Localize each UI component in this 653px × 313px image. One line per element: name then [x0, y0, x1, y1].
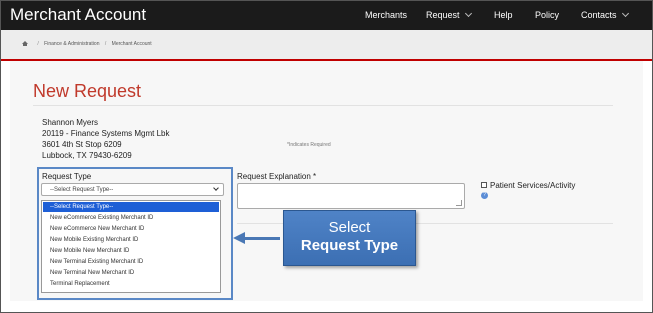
callout-line-2: Request Type — [300, 237, 399, 254]
breadcrumb: / Finance & Administration / Merchant Ac… — [22, 41, 152, 47]
request-explanation-input[interactable] — [237, 183, 465, 209]
nav-contacts[interactable]: Contacts — [581, 9, 629, 20]
resize-grip-icon[interactable] — [456, 200, 462, 206]
nav-policy[interactable]: Policy — [535, 10, 559, 20]
breadcrumb-separator: / — [37, 41, 39, 47]
required-note: *Indicates Required — [287, 142, 331, 148]
chevron-down-icon — [464, 9, 472, 18]
page-title: New Request — [33, 81, 142, 101]
requester-name: Shannon Myers — [42, 118, 99, 127]
top-navbar: Merchant Account Merchants Request Help … — [1, 1, 652, 30]
arrow-shaft — [244, 237, 280, 240]
patient-services-label: Patient Services/Activity — [490, 181, 576, 190]
request-type-highlight — [37, 167, 233, 300]
home-icon[interactable] — [22, 41, 28, 47]
requester-department: 20119 - Finance Systems Mgmt Lbk — [42, 129, 170, 138]
nav-policy-label: Policy — [535, 10, 560, 20]
nav-request-label: Request — [426, 10, 460, 20]
breadcrumb-merchant-account[interactable]: Merchant Account — [112, 41, 152, 47]
nav-help-label: Help — [494, 10, 513, 20]
instruction-callout: Select Request Type — [283, 210, 416, 266]
requester-city: Lubbock, TX 79430-6209 — [42, 151, 132, 160]
help-icon[interactable]: ? — [481, 192, 488, 199]
callout-line-1: Select — [328, 219, 371, 236]
breadcrumb-separator: / — [104, 41, 107, 47]
app-title[interactable]: Merchant Account — [10, 5, 146, 25]
chevron-down-icon — [621, 9, 629, 18]
arrow-left-icon — [233, 232, 245, 244]
browser-frame: Merchant Account Merchants Request Help … — [0, 0, 653, 313]
request-explanation-label: Request Explanation * — [237, 172, 317, 181]
nav-merchants-label: Merchants — [365, 10, 408, 20]
breadcrumb-bar: / Finance & Administration / Merchant Ac… — [1, 30, 652, 60]
nav-request[interactable]: Request — [426, 9, 472, 20]
title-divider — [33, 105, 613, 106]
requester-street: 3601 4th St Stop 6209 — [42, 140, 122, 149]
nav-help[interactable]: Help — [494, 10, 513, 20]
breadcrumb-finance[interactable]: Finance & Administration — [44, 41, 99, 47]
nav-contacts-label: Contacts — [581, 10, 617, 20]
patient-services-checkbox[interactable] — [481, 182, 487, 188]
nav-merchants[interactable]: Merchants — [365, 10, 407, 20]
